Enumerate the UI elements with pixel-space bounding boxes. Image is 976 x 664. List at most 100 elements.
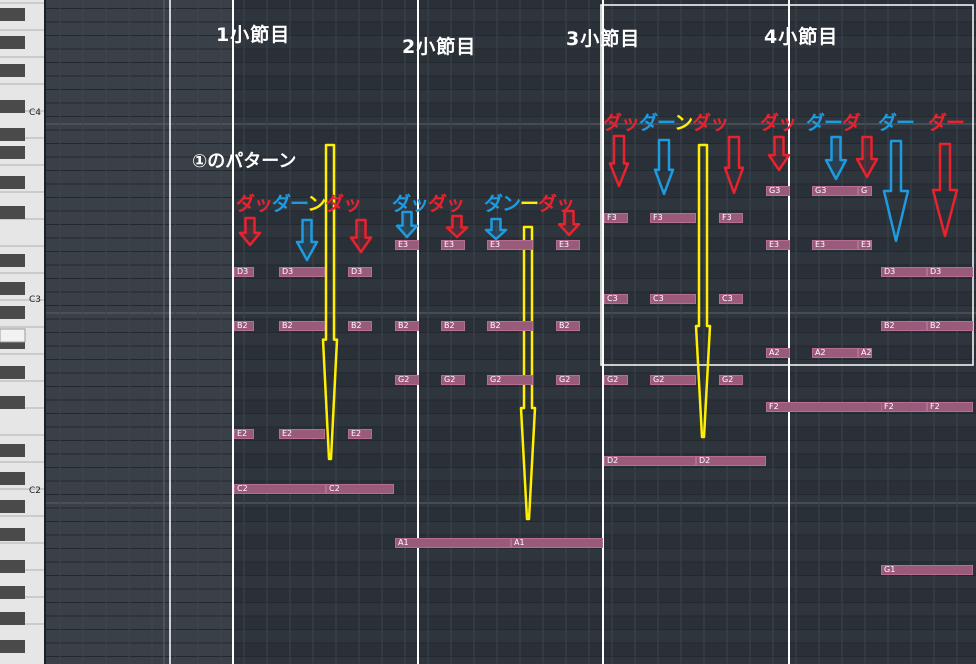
midi-note[interactable]: B2 [234,321,254,331]
midi-note[interactable]: E3 [812,240,858,250]
midi-note[interactable]: B2 [487,321,533,331]
black-key[interactable] [0,640,25,653]
black-key[interactable] [0,282,25,295]
midi-note[interactable]: G2 [719,375,743,385]
piano-keyboard[interactable] [0,0,46,664]
black-key[interactable] [0,146,25,159]
black-key[interactable] [0,254,25,267]
midi-note[interactable]: D2 [604,456,696,466]
midi-note[interactable]: F2 [927,402,973,412]
black-key[interactable] [0,100,25,113]
midi-note[interactable]: F3 [604,213,628,223]
bar-label-1: 1小節目 [216,24,291,46]
lyric-syllable: ダー [928,112,965,134]
midi-note[interactable]: F2 [881,402,927,412]
black-key[interactable] [0,586,25,599]
midi-note[interactable]: C3 [604,294,628,304]
midi-note[interactable]: B2 [279,321,325,331]
midi-note[interactable]: G [858,186,872,196]
midi-note[interactable]: B2 [881,321,927,331]
piano-roll[interactable] [0,0,976,664]
lyric-syllable: ダッ [603,112,640,134]
midi-note[interactable]: D3 [881,267,927,277]
rhythm-lyric: ダー [878,108,915,135]
midi-note[interactable]: E3 [395,240,419,250]
midi-note[interactable]: A1 [511,538,603,548]
midi-note[interactable]: E3 [441,240,465,250]
lyric-syllable: ダー [272,193,308,215]
midi-note[interactable]: G3 [812,186,858,196]
black-key[interactable] [0,176,25,189]
midi-note[interactable]: B2 [348,321,372,331]
black-key[interactable] [0,612,25,625]
midi-note[interactable]: G2 [487,375,533,385]
black-key[interactable] [0,366,25,379]
lyric-syllable: ダッ [538,193,575,215]
midi-note[interactable]: B2 [927,321,973,331]
lyric-syllable: ン [674,112,693,134]
midi-note[interactable]: G2 [441,375,465,385]
black-key[interactable] [0,560,25,573]
note-grid[interactable] [46,0,976,664]
black-key[interactable] [0,444,25,457]
black-key[interactable] [0,500,25,513]
lyric-syllable: ダッ [236,193,273,215]
bar-label-4: 4小節目 [764,26,839,48]
black-key[interactable] [0,8,25,21]
midi-note[interactable]: E3 [858,240,872,250]
midi-note[interactable]: G1 [881,565,973,575]
rhythm-lyric: ダーダ [806,108,861,135]
black-key[interactable] [0,64,25,77]
black-key[interactable] [0,396,25,409]
midi-note[interactable]: B2 [556,321,580,331]
midi-note[interactable]: G2 [604,375,628,385]
midi-note[interactable]: G3 [766,186,790,196]
pattern-label: ①のパターン [192,151,297,172]
black-key[interactable] [0,206,25,219]
lyric-syllable: ー [520,193,539,215]
lyric-syllable: ダッ [428,193,465,215]
midi-note[interactable]: C2 [234,484,326,494]
midi-note[interactable]: G2 [650,375,696,385]
midi-note[interactable]: B2 [395,321,419,331]
midi-note[interactable]: D3 [234,267,254,277]
midi-note[interactable]: F3 [650,213,696,223]
octave-label: C3 [29,295,42,305]
black-key[interactable] [0,528,25,541]
bar-label-2: 2小節目 [402,36,477,58]
midi-note[interactable]: D2 [696,456,766,466]
midi-note[interactable]: F2 [766,402,882,412]
midi-note[interactable]: E2 [279,429,325,439]
black-key[interactable] [0,472,25,485]
black-key-selected[interactable] [0,328,26,343]
black-key[interactable] [0,306,25,319]
midi-note[interactable]: E2 [348,429,372,439]
midi-note[interactable]: E2 [234,429,254,439]
midi-note[interactable]: A1 [395,538,511,548]
midi-note[interactable]: E3 [487,240,533,250]
midi-note[interactable]: A2 [812,348,858,358]
midi-note[interactable]: G2 [395,375,419,385]
midi-note[interactable]: E3 [766,240,790,250]
black-key[interactable] [0,36,25,49]
midi-note[interactable]: D3 [279,267,325,277]
midi-note[interactable]: A2 [858,348,872,358]
lyric-syllable: ダッ [692,112,729,134]
midi-note[interactable]: D3 [927,267,973,277]
midi-note[interactable]: D3 [348,267,372,277]
lyric-syllable: ダッ [760,112,797,134]
midi-note[interactable]: B2 [441,321,465,331]
black-key[interactable] [0,128,25,141]
midi-note[interactable]: C3 [719,294,743,304]
midi-note[interactable]: C2 [326,484,394,494]
rhythm-lyric: ダッダーンダッ [236,189,362,216]
midi-note[interactable]: E3 [556,240,580,250]
midi-note[interactable]: G2 [556,375,580,385]
midi-note[interactable]: C3 [650,294,696,304]
rhythm-lyric: ダッダッ [392,189,465,216]
octave-label: C2 [29,486,42,496]
midi-note[interactable]: F3 [719,213,743,223]
octave-label: C4 [29,108,42,118]
bar-label-3: 3小節目 [566,28,641,50]
midi-note[interactable]: A2 [766,348,790,358]
